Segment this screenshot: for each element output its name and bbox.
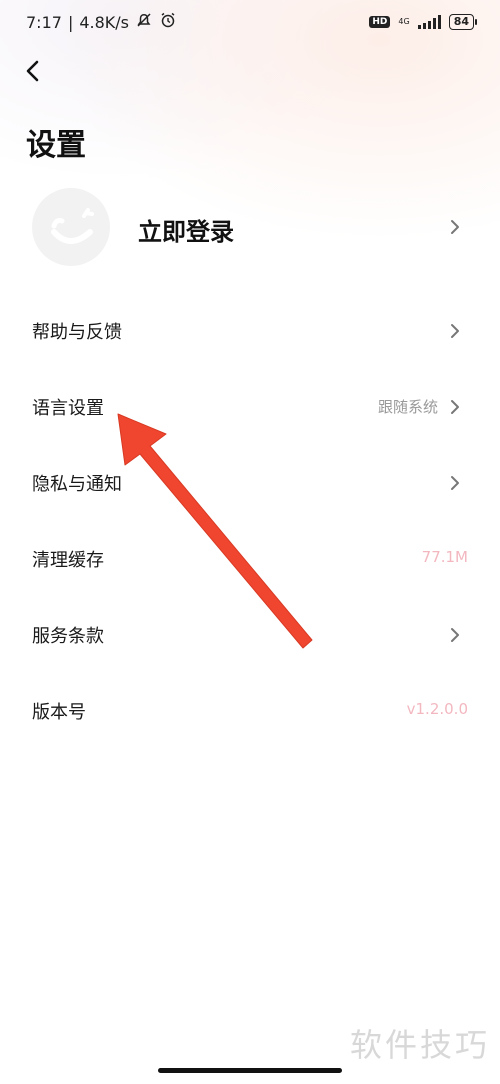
menu-item-privacy-notifications[interactable]: 隐私与通知 <box>0 454 500 514</box>
login-row[interactable]: 立即登录 <box>0 188 500 268</box>
alarm-icon <box>159 11 177 33</box>
chevron-right-icon <box>451 476 459 490</box>
chevron-right-icon <box>451 400 459 414</box>
smiley-avatar-icon <box>51 208 94 244</box>
hd-badge: HD <box>369 16 391 28</box>
home-indicator[interactable] <box>158 1068 342 1073</box>
menu-item-label: 清理缓存 <box>32 550 104 571</box>
status-bar: 7:17 | 4.8K/s HD 4G 84 <box>0 0 500 44</box>
menu-item-value: 跟随系统 <box>377 398 438 416</box>
menu-item-clear-cache[interactable]: 清理缓存 77.1M <box>0 530 500 590</box>
back-button[interactable] <box>16 54 50 88</box>
menu-item-version: 版本号 v1.2.0.0 <box>0 682 500 742</box>
cache-size-value: 77.1M <box>421 548 468 566</box>
menu-item-help-feedback[interactable]: 帮助与反馈 <box>0 302 500 362</box>
version-value: v1.2.0.0 <box>406 700 468 718</box>
chevron-right-icon <box>451 628 459 642</box>
status-divider: | <box>67 12 74 32</box>
menu-item-label: 帮助与反馈 <box>32 322 122 343</box>
chevron-right-icon <box>451 220 459 234</box>
page-title: 设置 <box>26 128 86 163</box>
menu-item-label: 服务条款 <box>32 626 104 647</box>
status-time: 7:17 <box>26 12 62 32</box>
menu-item-label: 隐私与通知 <box>32 474 122 495</box>
mute-icon <box>135 11 153 33</box>
avatar[interactable] <box>32 188 110 266</box>
watermark-text: 软件技巧 <box>349 1026 490 1064</box>
chevron-right-icon <box>451 324 459 338</box>
chevron-left-icon <box>26 60 39 82</box>
network-type: 4G <box>398 17 410 26</box>
login-label: 立即登录 <box>138 218 234 246</box>
status-speed: 4.8K/s <box>79 12 129 32</box>
battery-icon: 84 <box>448 14 478 30</box>
menu-item-language[interactable]: 语言设置 跟随系统 <box>0 378 500 438</box>
menu-item-terms-of-service[interactable]: 服务条款 <box>0 606 500 666</box>
menu-item-label: 语言设置 <box>32 398 104 419</box>
status-right: HD 4G 84 <box>369 14 478 30</box>
menu-item-label: 版本号 <box>32 702 86 723</box>
status-left: 7:17 | 4.8K/s <box>26 11 177 33</box>
signal-icon <box>417 15 441 29</box>
battery-level: 84 <box>453 15 469 28</box>
